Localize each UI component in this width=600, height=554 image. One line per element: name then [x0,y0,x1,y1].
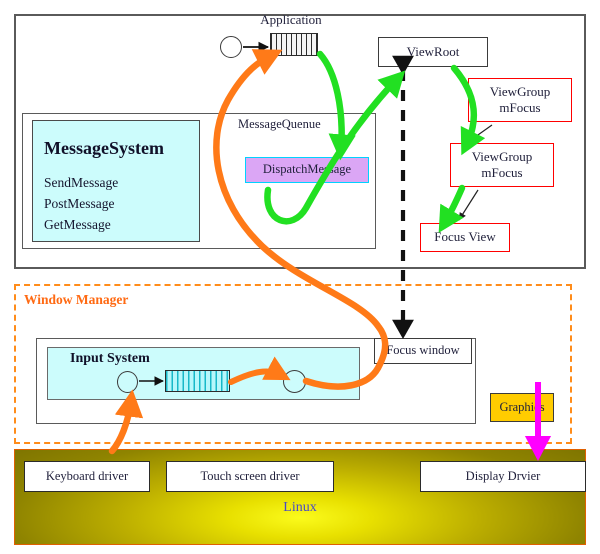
application-message-queue-graphic [270,33,318,56]
view-group-1-line2: mFocus [499,100,541,115]
graphics-node[interactable]: Graphics [490,393,554,422]
input-system-label: Input System [70,351,150,366]
linux-label: Linux [283,500,317,515]
view-group-2-line2: mFocus [481,165,523,180]
view-group-2-line1: ViewGroup [471,148,533,164]
view-group-1-line1: ViewGroup [489,83,551,99]
application-producer-circle [220,36,242,58]
input-system-dispatch-circle [283,370,306,393]
message-system-method-get: GetMessage [44,217,111,232]
message-system-method-post: PostMessage [44,196,115,211]
view-root-node[interactable]: ViewRoot [378,37,488,67]
view-group-mfocus-node-2[interactable]: ViewGroup mFocus [450,143,554,187]
keyboard-driver-node[interactable]: Keyboard driver [24,461,150,492]
view-group-mfocus-node-1[interactable]: ViewGroup mFocus [468,78,572,122]
touch-screen-driver-node[interactable]: Touch screen driver [166,461,334,492]
input-system-source-circle [117,371,138,393]
diagram-canvas: Application MessageSystem SendMessage Po… [0,0,600,554]
dispatch-message-box[interactable]: DispatchMessage [245,157,369,183]
window-manager-label: Window Manager [24,292,129,307]
focus-window-node[interactable]: Focus window [374,338,472,364]
focus-view-node[interactable]: Focus View [420,223,510,252]
message-queue-label: MessageQuenue [238,117,321,131]
display-driver-node[interactable]: Display Drvier [420,461,586,492]
input-system-queue-graphic [165,370,230,392]
message-system-title: MessageSystem [44,138,164,158]
message-system-method-send: SendMessage [44,175,119,190]
application-label: Application [260,12,322,27]
